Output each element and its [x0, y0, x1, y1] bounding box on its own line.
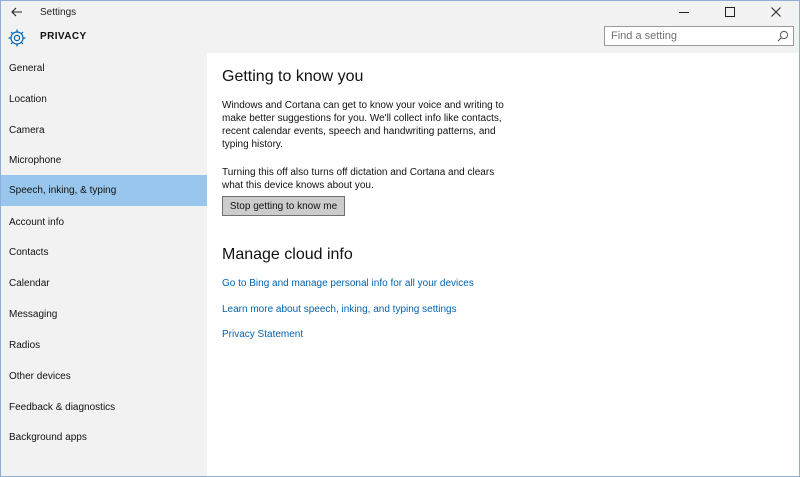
sidebar-item-label: Feedback & diagnostics: [9, 402, 116, 413]
sidebar-item-label: Messaging: [9, 309, 58, 320]
close-icon: [771, 7, 781, 17]
close-button[interactable]: [753, 1, 799, 23]
sidebar-item-label: Camera: [9, 125, 45, 136]
sidebar-item-label: Radios: [9, 340, 41, 351]
sidebar-item-radios[interactable]: Radios: [1, 330, 207, 361]
privacy-statement-link[interactable]: Privacy Statement: [222, 329, 303, 340]
sidebar-item-messaging[interactable]: Messaging: [1, 299, 207, 330]
sidebar-item-label: Calendar: [9, 278, 50, 289]
sidebar-item-label: Location: [9, 94, 47, 105]
sidebar-item-label: Speech, inking, & typing: [9, 185, 117, 196]
turn-off-note: Turning this off also turns off dictatio…: [222, 167, 495, 191]
bing-personal-info-link[interactable]: Go to Bing and manage personal info for …: [222, 278, 474, 289]
search-input[interactable]: [605, 27, 771, 45]
main-content: Getting to know you Windows and Cortana …: [207, 53, 799, 476]
sidebar-item-calendar[interactable]: Calendar: [1, 268, 207, 299]
sidebar-item-label: Microphone: [9, 155, 62, 166]
sidebar-item-account-info[interactable]: Account info: [1, 207, 207, 238]
search-box[interactable]: [604, 26, 794, 46]
gear-icon: [7, 28, 27, 48]
sidebar-item-microphone[interactable]: Microphone: [1, 145, 207, 176]
sidebar-item-general[interactable]: General: [1, 53, 207, 84]
sidebar-item-camera[interactable]: Camera: [1, 115, 207, 146]
learn-more-speech-link[interactable]: Learn more about speech, inking, and typ…: [222, 304, 457, 315]
sidebar-item-label: Background apps: [9, 432, 87, 443]
sidebar-item-contacts[interactable]: Contacts: [1, 237, 207, 268]
title-bar: Settings: [1, 1, 799, 23]
sidebar-item-feedback-diagnostics[interactable]: Feedback & diagnostics: [1, 392, 207, 423]
sidebar-item-other-devices[interactable]: Other devices: [1, 361, 207, 392]
sidebar-item-label: Contacts: [9, 247, 49, 258]
sidebar: General Location Camera Microphone Speec…: [1, 53, 207, 476]
maximize-icon: [725, 7, 735, 17]
page-header: PRIVACY: [1, 23, 799, 53]
minimize-icon: [679, 12, 689, 13]
search-icon[interactable]: [777, 30, 789, 42]
getting-to-know-heading: Getting to know you: [222, 68, 364, 85]
sidebar-item-location[interactable]: Location: [1, 84, 207, 115]
sidebar-item-label: Account info: [9, 217, 65, 228]
sidebar-item-label: Other devices: [9, 371, 71, 382]
sidebar-item-background-apps[interactable]: Background apps: [1, 422, 207, 453]
page-title: PRIVACY: [40, 31, 87, 42]
minimize-button[interactable]: [661, 1, 707, 23]
sidebar-item-label: General: [9, 63, 45, 74]
stop-getting-to-know-me-button[interactable]: Stop getting to know me: [222, 196, 345, 216]
sidebar-item-speech-inking-typing[interactable]: Speech, inking, & typing: [1, 175, 207, 206]
manage-cloud-info-heading: Manage cloud info: [222, 246, 353, 263]
back-arrow-icon: [11, 7, 22, 17]
maximize-button[interactable]: [707, 1, 753, 23]
back-button[interactable]: [1, 1, 33, 23]
window-controls: [661, 1, 799, 23]
window-title: Settings: [40, 6, 77, 18]
getting-to-know-description: Windows and Cortana can get to know your…: [222, 100, 504, 150]
settings-window: Settings PRIVACY Find a setting General …: [0, 0, 800, 477]
